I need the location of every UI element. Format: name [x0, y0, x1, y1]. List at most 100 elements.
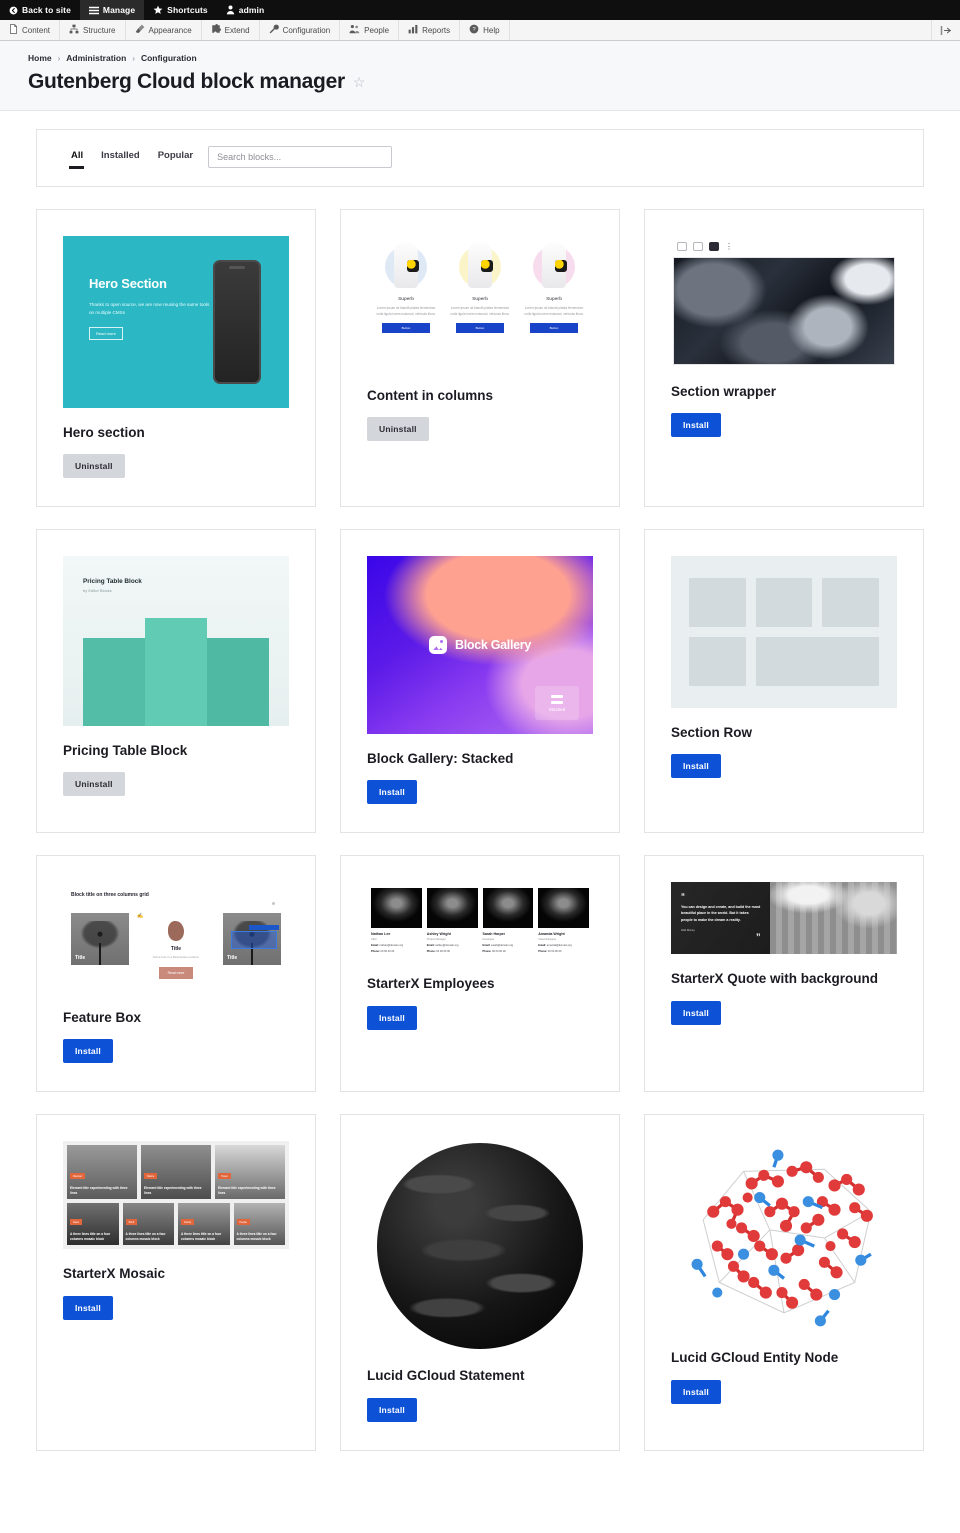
- employee-name: Sarah Harper: [482, 932, 506, 937]
- install-button[interactable]: Install: [63, 1039, 113, 1064]
- block-title: StarterX Quote with background: [671, 971, 879, 987]
- page-content: All Installed Popular Hero Section Thank…: [0, 111, 960, 1481]
- install-button[interactable]: Install: [367, 1005, 417, 1030]
- menu-item-help[interactable]: ? Help: [460, 20, 510, 40]
- feature-column-middle: ✍ Title Some text in a Description conte…: [137, 913, 215, 980]
- employee-photo: [371, 888, 422, 929]
- block-title: StarterX Employees: [367, 976, 495, 992]
- install-button[interactable]: Install: [63, 1295, 113, 1320]
- menu-item-people[interactable]: People: [340, 20, 400, 40]
- employee-phone: Phone: 00 00 00 00: [426, 950, 450, 954]
- block-card: Hero Section Thanks to open source, we a…: [36, 209, 316, 508]
- favorite-star-icon[interactable]: ☆: [353, 75, 366, 89]
- block-title: Section Row: [671, 725, 753, 741]
- uninstall-button[interactable]: Uninstall: [63, 454, 125, 479]
- gallery-logo-text: Block Gallery: [454, 638, 531, 653]
- menu-label: Appearance: [148, 25, 192, 35]
- breadcrumb-item-configuration[interactable]: Configuration: [141, 53, 197, 63]
- install-button[interactable]: Install: [671, 1379, 721, 1404]
- filter-bar: All Installed Popular: [36, 129, 924, 187]
- block-card: Nathan Lee CEO Email: nathan@domain.org …: [340, 855, 620, 1093]
- structure-icon: [69, 24, 79, 36]
- mosaic-caption: A three lines title on a four columns mo…: [70, 1231, 111, 1241]
- install-button[interactable]: Install: [671, 413, 721, 438]
- tab-all[interactable]: All: [61, 150, 92, 169]
- mosaic-tag: People: [236, 1219, 250, 1226]
- block-thumbnail: [367, 1141, 593, 1351]
- tab-popular[interactable]: Popular: [149, 150, 202, 168]
- user-label: admin: [238, 5, 265, 15]
- help-icon: ?: [469, 24, 479, 36]
- row-cell: [689, 637, 747, 687]
- search-input[interactable]: [208, 146, 393, 168]
- mosaic-cell: Work A three lines title on a four colum…: [122, 1203, 174, 1246]
- columns-preview-button: Button: [382, 323, 430, 334]
- menu-label: Structure: [83, 25, 116, 35]
- columns-preview-item: Superb Lorem ipsum sit blandit platea fe…: [373, 242, 439, 361]
- back-to-site-button[interactable]: Back to site: [0, 0, 80, 20]
- install-button[interactable]: Install: [671, 754, 721, 779]
- pricing-column: [206, 638, 269, 727]
- section-row-top: [689, 578, 880, 628]
- install-button[interactable]: Install: [671, 1000, 721, 1025]
- columns-preview-text: Lorem ipsum sit blandit platea fermentum…: [450, 306, 510, 317]
- menu-item-reports[interactable]: Reports: [399, 20, 461, 40]
- employee-photo: [482, 888, 534, 929]
- block-thumbnail: Block Gallery Stacked: [367, 556, 593, 735]
- uninstall-button[interactable]: Uninstall: [367, 417, 429, 442]
- row-cell: [822, 578, 880, 628]
- user-account-button[interactable]: admin: [217, 0, 274, 20]
- feature-mid-button: Read more: [158, 967, 194, 980]
- menu-item-content[interactable]: Content: [0, 20, 61, 40]
- breadcrumb-item-home[interactable]: Home: [28, 53, 52, 63]
- mosaic-caption: A three lines title on a four columns mo…: [125, 1231, 166, 1241]
- employee-card: Amanda Wright Visual Designer Email: ama…: [538, 888, 589, 953]
- employee-card: Sarah Harper Developer Email: sarah@doma…: [482, 888, 534, 953]
- hero-preview: Hero Section Thanks to open source, we a…: [63, 236, 289, 408]
- menu-item-structure[interactable]: Structure: [60, 20, 126, 40]
- shortcuts-button[interactable]: Shortcuts: [144, 0, 217, 20]
- columns-preview-heading: Superb: [546, 296, 562, 301]
- block-card: Block title on three columns grid Title …: [36, 855, 316, 1093]
- menu-item-configuration[interactable]: Configuration: [260, 20, 341, 40]
- uninstall-button[interactable]: Uninstall: [63, 772, 125, 797]
- avatar: [533, 242, 575, 288]
- columns-preview-text: Lorem ipsum sit blandit platea fermentum…: [376, 306, 436, 317]
- avatar: [385, 242, 427, 288]
- mosaic-cell: People A three lines title on a four col…: [233, 1203, 285, 1246]
- more-options-icon: ⋮: [725, 241, 733, 251]
- mosaic-row-top: Discover Element title experimenting wit…: [67, 1145, 285, 1200]
- columns-preview-item: Superb Lorem ipsum sit blandit platea fe…: [447, 242, 513, 361]
- row-cell-wide: [756, 637, 879, 687]
- install-button[interactable]: Install: [367, 780, 417, 805]
- mosaic-cell: Nature Element title experimenting with …: [141, 1145, 211, 1200]
- employee-name: Ashley Wright: [426, 932, 451, 937]
- manage-button[interactable]: Manage: [79, 0, 145, 20]
- block-thumbnail: Block title on three columns grid Title …: [63, 882, 289, 994]
- block-thumbnail: ⋮: [671, 236, 897, 367]
- puzzle-icon: [211, 24, 221, 36]
- back-to-site-label: Back to site: [22, 5, 71, 15]
- tab-installed[interactable]: Installed: [92, 150, 149, 168]
- menu-label: Configuration: [282, 25, 331, 35]
- gallery-logo: Block Gallery: [428, 636, 531, 655]
- breadcrumb-item-administration[interactable]: Administration: [66, 53, 126, 63]
- toolbar-orientation-toggle[interactable]: [932, 20, 960, 40]
- section-row-preview: [671, 556, 897, 709]
- columns-preview-item: Superb Lorem ipsum sit blandit platea fe…: [521, 242, 587, 361]
- block-card-grid: Hero Section Thanks to open source, we a…: [36, 209, 924, 1451]
- wrapper-preview: ⋮: [671, 236, 897, 367]
- menu-item-extend[interactable]: Extend: [202, 20, 260, 40]
- block-thumbnail: Discover Element title experimenting wit…: [63, 1141, 289, 1250]
- gallery-preview: Block Gallery Stacked: [367, 556, 593, 735]
- pricing-column: [83, 638, 145, 727]
- employee-card: Ashley Wright Project Manager Email: ash…: [426, 888, 478, 954]
- menu-item-appearance[interactable]: Appearance: [126, 20, 202, 40]
- quote-text: You can design and create, and build the…: [681, 905, 761, 922]
- mosaic-caption: Element title experimenting with three l…: [218, 1185, 276, 1195]
- mosaic-preview: Discover Element title experimenting wit…: [63, 1141, 289, 1250]
- align-icon: [693, 242, 703, 251]
- employee-photo: [538, 888, 589, 929]
- feature-preview-heading: Block title on three columns grid: [71, 892, 149, 899]
- install-button[interactable]: Install: [367, 1397, 417, 1422]
